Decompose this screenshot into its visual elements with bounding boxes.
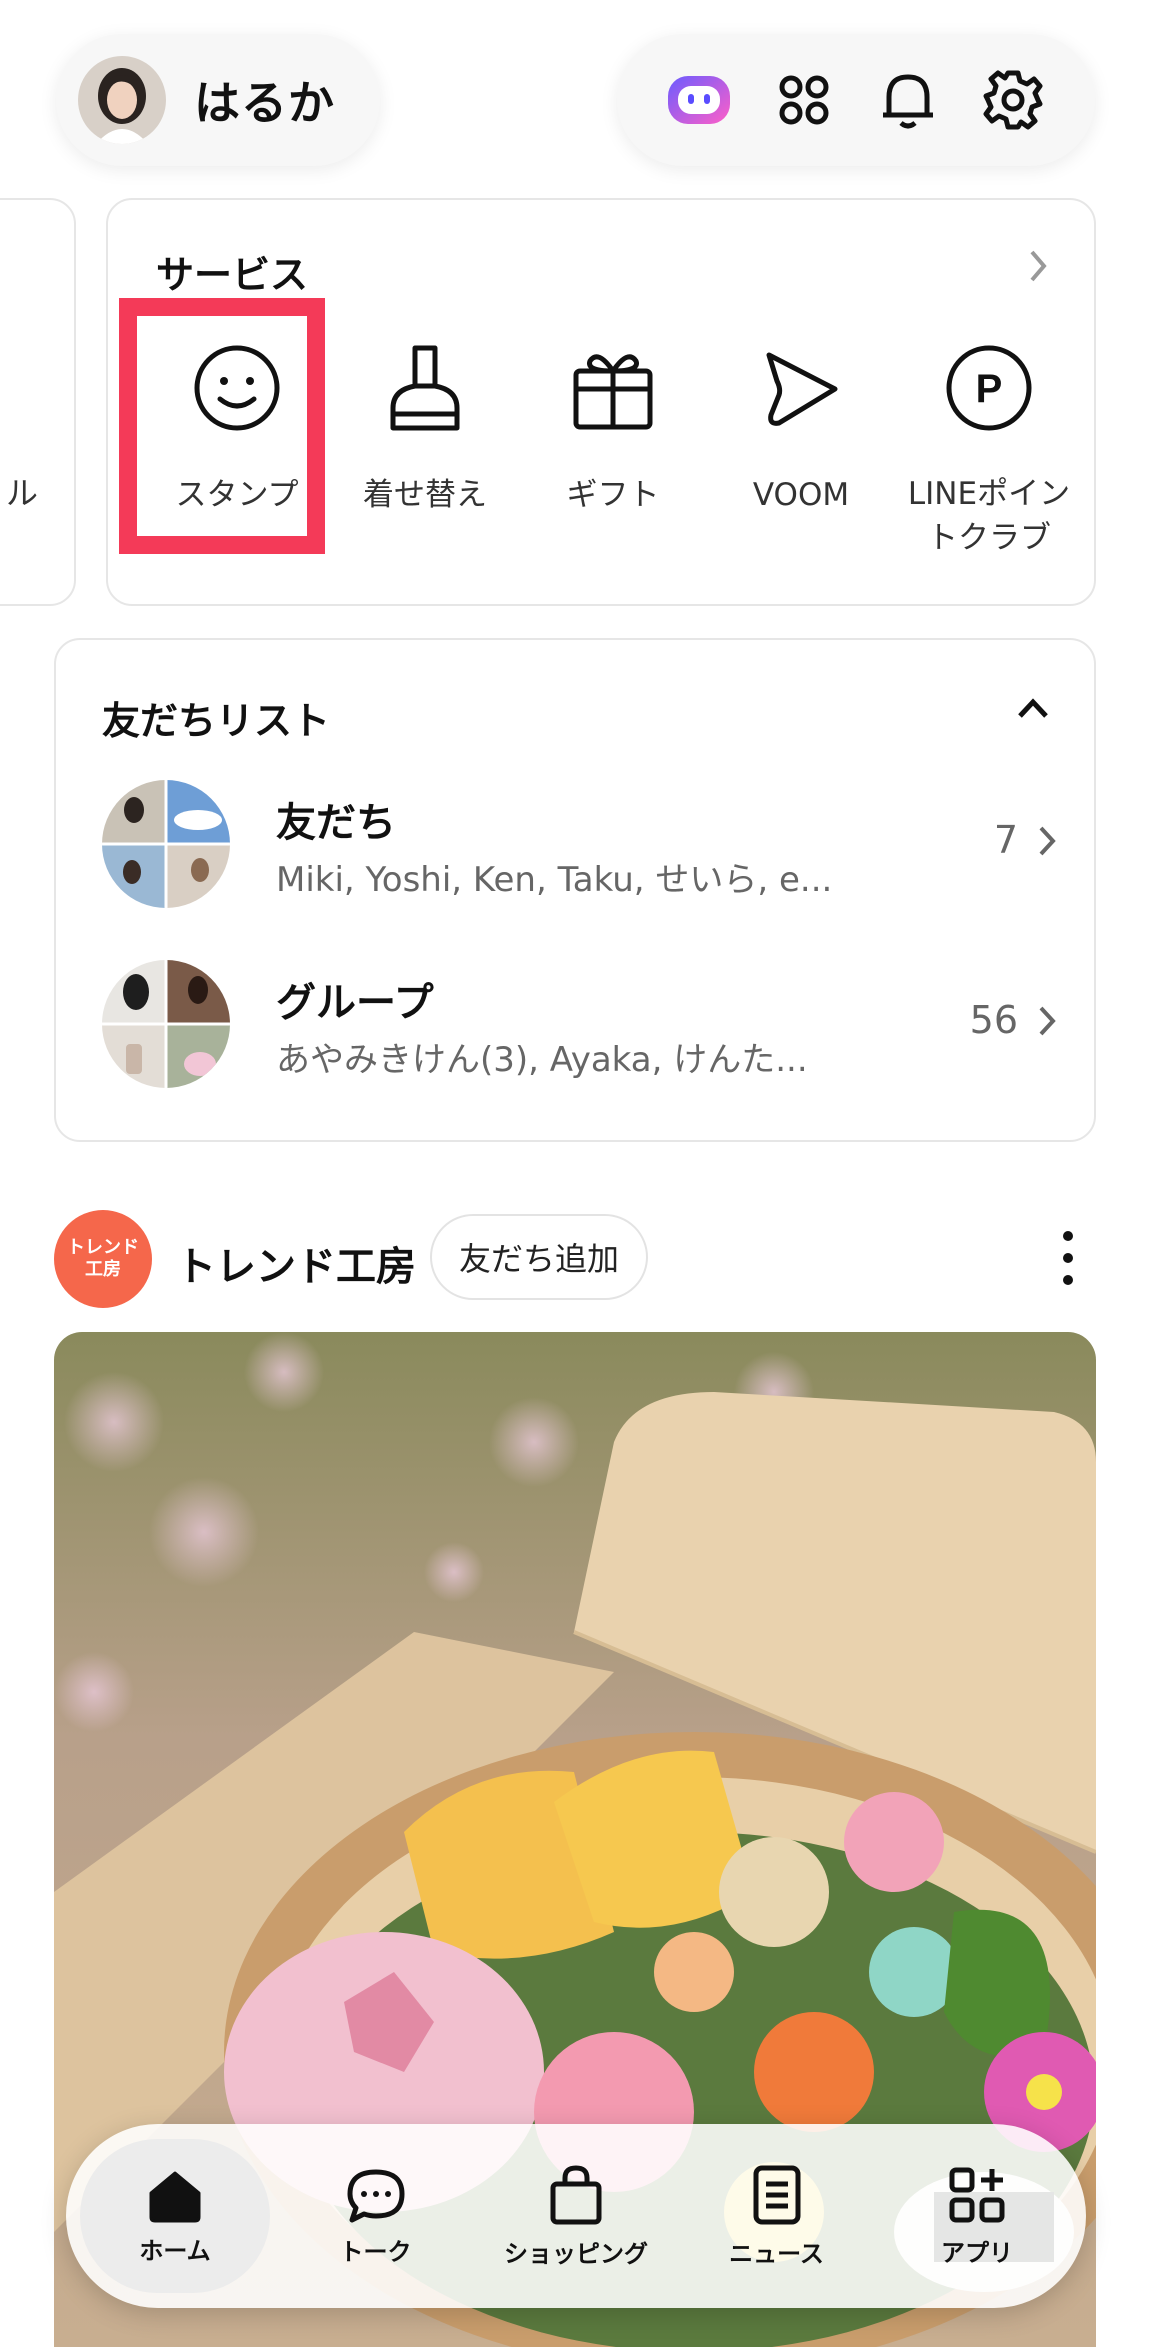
nav-home[interactable]: ホーム (80, 2139, 270, 2293)
add-friend-button[interactable]: 友だち追加 (430, 1214, 648, 1300)
bottom-navigation: ホーム トーク ショッピング ニュース アプリ (66, 2124, 1086, 2308)
svg-text:P: P (976, 367, 1003, 411)
friends-row[interactable]: 友だち Miki, Yoshi, Ken, Taku, せいら, e... 7 (102, 780, 1058, 912)
groups-avatar (102, 960, 230, 1088)
chevron-right-icon[interactable] (1026, 248, 1050, 284)
friends-avatar (102, 780, 230, 908)
official-account-logo[interactable]: トレンド 工房 (54, 1210, 152, 1308)
nav-shopping[interactable]: ショッピング (481, 2139, 671, 2293)
chat-icon (347, 2169, 404, 2222)
row-count: 7 (993, 818, 1018, 862)
row-count: 56 (969, 998, 1018, 1042)
chevron-right-icon (1039, 826, 1056, 856)
nav-label: トーク (339, 2237, 412, 2266)
groups-row[interactable]: グループ あやみきけん(3), Ayaka, けんた... 56 (102, 960, 1058, 1092)
chevron-up-icon[interactable] (1016, 696, 1050, 720)
home-screen: はるか ル サービス スタンプ 着せ替え ギフト VOOM P LINEポイン … (0, 0, 1150, 2347)
gear-icon[interactable] (977, 64, 1049, 136)
service-label: ギフト (566, 477, 660, 513)
service-label: 着せ替え (363, 477, 487, 513)
apps-grid-icon[interactable] (768, 64, 840, 136)
profile-button[interactable]: はるか (56, 34, 380, 166)
highlight-box (119, 298, 325, 554)
play-icon (753, 340, 849, 436)
shopping-bag-icon (550, 2165, 602, 2224)
brush-icon (377, 340, 473, 436)
row-subtitle: あやみきけん(3), Ayaka, けんた... (276, 1040, 808, 1080)
profile-name: はるか (194, 76, 335, 130)
points-icon: P (941, 340, 1037, 436)
friends-list-title: 友だちリスト (102, 699, 331, 743)
service-points[interactable]: P LINEポイン トクラブ (896, 340, 1082, 560)
official-account-name[interactable]: トレンド工房 (176, 1234, 416, 1292)
nav-label: ショッピング (504, 2239, 648, 2268)
nav-label: アプリ (941, 2238, 1013, 2267)
service-voom[interactable]: VOOM (708, 340, 894, 518)
nav-label: ホーム (139, 2236, 211, 2265)
home-icon (149, 2171, 201, 2222)
service-label: VOOM (752, 477, 850, 513)
service-label: LINEポイン トクラブ (907, 476, 1071, 556)
nav-talk[interactable]: トーク (281, 2139, 471, 2293)
nav-apps[interactable]: アプリ (882, 2139, 1072, 2293)
news-icon (753, 2165, 800, 2224)
row-subtitle: Miki, Yoshi, Ken, Taku, せいら, e... (276, 860, 833, 900)
row-name: グループ (276, 980, 434, 1026)
previous-card-peek[interactable] (0, 198, 76, 606)
ai-assistant-icon[interactable] (663, 64, 735, 136)
nav-label: ニュース (729, 2239, 824, 2268)
top-icons-bar (617, 34, 1095, 166)
logo-text: トレンド 工房 (67, 1237, 139, 1280)
gift-icon (565, 340, 661, 436)
service-gift[interactable]: ギフト (520, 340, 706, 518)
services-title: サービス (156, 253, 309, 297)
peek-label: ル (6, 474, 39, 512)
avatar (78, 56, 166, 144)
chevron-right-icon (1039, 1006, 1056, 1036)
friends-list-card: 友だちリスト 友だち Miki, Yoshi, Ken, Taku, せいら, … (54, 638, 1096, 1142)
row-name: 友だち (276, 800, 396, 846)
service-theme[interactable]: 着せ替え (332, 340, 518, 518)
bell-icon[interactable] (872, 64, 944, 136)
more-vertical-icon[interactable] (1054, 1228, 1082, 1288)
nav-news[interactable]: ニュース (682, 2139, 872, 2293)
apps-add-icon (949, 2167, 1005, 2222)
